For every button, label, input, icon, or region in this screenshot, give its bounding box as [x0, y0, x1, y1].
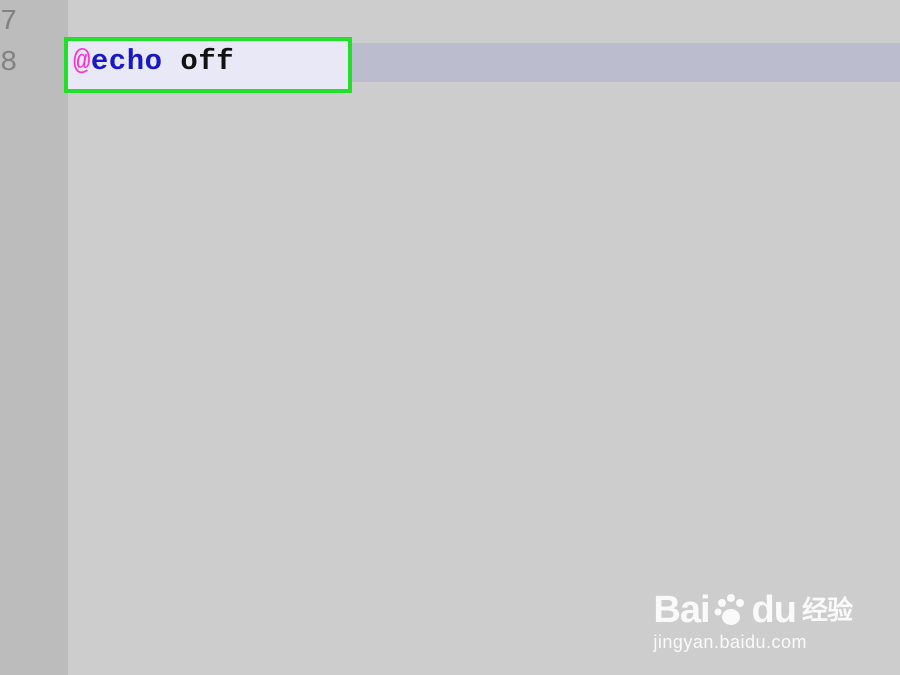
watermark-logo-cn: 经验: [801, 595, 853, 625]
watermark-logo-left: Bai: [653, 589, 710, 631]
line-number-7: 7: [0, 5, 18, 38]
at-symbol-token: @: [73, 45, 91, 78]
baidu-jingyan-watermark: Bai du 经验 jingyan.baidu.com: [653, 589, 853, 653]
watermark-url: jingyan.baidu.com: [653, 632, 807, 652]
code-line-8[interactable]: @echo off: [73, 42, 234, 82]
echo-keyword-token: echo: [90, 45, 163, 78]
off-argument-token: off: [162, 45, 235, 78]
line-number-8: 8: [0, 46, 18, 79]
paw-icon: [712, 591, 750, 629]
line-number-gutter: 7 8: [0, 0, 68, 675]
watermark-logo: Bai du 经验: [653, 589, 853, 631]
watermark-logo-right: du: [751, 589, 797, 631]
text-editor[interactable]: 7 8 @echo off Bai du 经验 jingyan.baidu.co…: [0, 0, 900, 675]
